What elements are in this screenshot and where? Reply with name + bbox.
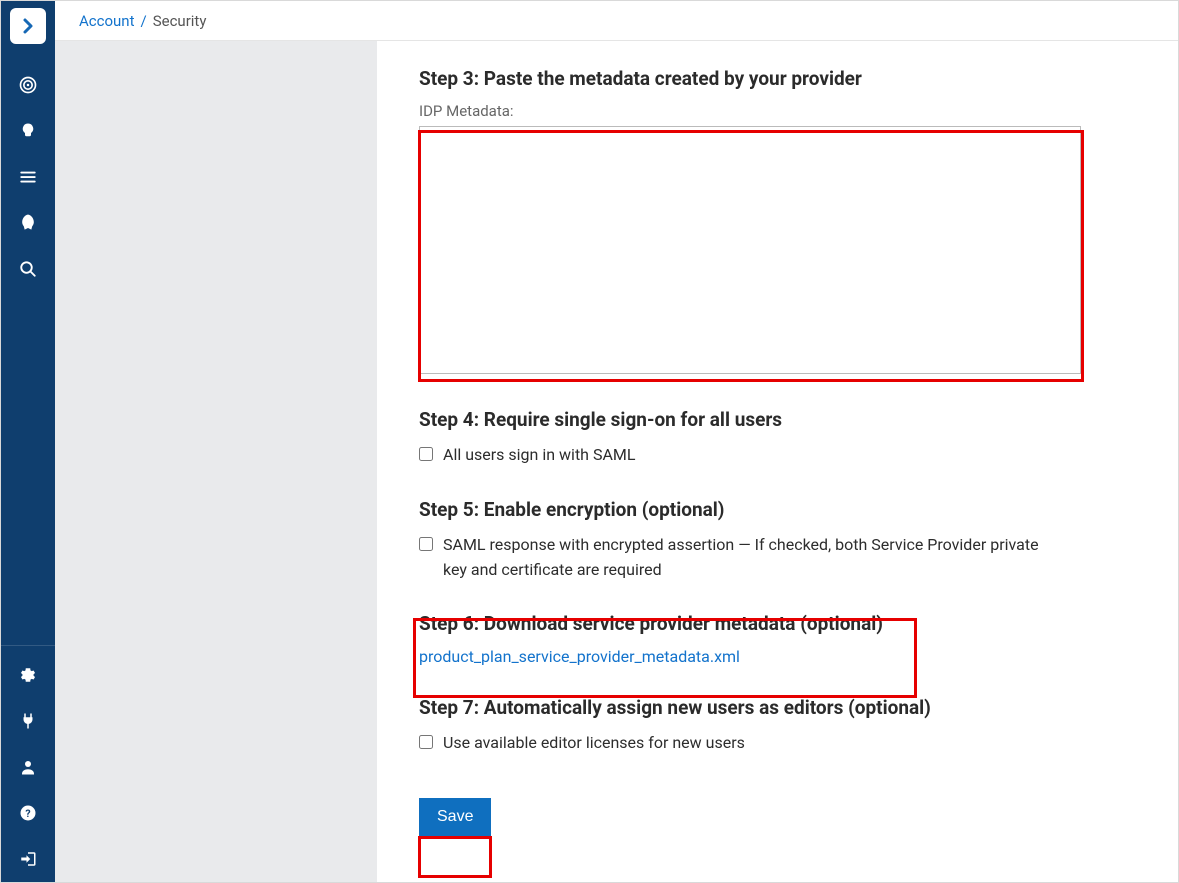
sidebar-item-integrations[interactable] [1, 698, 55, 744]
logout-icon [19, 850, 37, 868]
gear-icon [19, 666, 37, 684]
auto-assign-label[interactable]: Use available editor licenses for new us… [443, 731, 745, 756]
step-3-title: Step 3: Paste the metadata created by yo… [419, 67, 1136, 90]
sidebar-item-profile[interactable] [1, 744, 55, 790]
idp-metadata-label: IDP Metadata: [419, 102, 1136, 120]
step-7-title: Step 7: Automatically assign new users a… [419, 696, 1136, 719]
step-4-section: Step 4: Require single sign-on for all u… [419, 408, 1136, 468]
save-button[interactable]: Save [419, 798, 491, 836]
step-5-section: Step 5: Enable encryption (optional) SAM… [419, 498, 1136, 583]
sidebar: ? [1, 1, 55, 882]
target-icon [18, 75, 38, 95]
idp-metadata-textarea[interactable] [419, 126, 1081, 374]
app-logo[interactable] [10, 8, 46, 44]
encryption-checkbox[interactable] [419, 537, 433, 551]
step-4-title: Step 4: Require single sign-on for all u… [419, 408, 1136, 431]
breadcrumb-parent[interactable]: Account [79, 12, 135, 30]
download-metadata-link[interactable]: product_plan_service_provider_metadata.x… [419, 647, 740, 666]
help-icon: ? [19, 804, 37, 822]
chevron-right-icon [19, 17, 37, 35]
step-7-section: Step 7: Automatically assign new users a… [419, 696, 1136, 756]
list-icon [19, 168, 37, 186]
plug-icon [19, 712, 37, 730]
lightbulb-icon [19, 122, 37, 140]
step-3-section: Step 3: Paste the metadata created by yo… [419, 67, 1136, 378]
breadcrumb: Account / Security [55, 1, 1178, 41]
sidebar-item-help[interactable]: ? [1, 790, 55, 836]
step-5-title: Step 5: Enable encryption (optional) [419, 498, 1136, 521]
step-6-section: Step 6: Download service provider metada… [419, 612, 1136, 666]
secondary-panel [55, 41, 377, 882]
step-6-title: Step 6: Download service provider metada… [419, 612, 1136, 635]
sidebar-item-lightbulb[interactable] [1, 108, 55, 154]
svg-text:?: ? [25, 807, 30, 820]
encryption-label[interactable]: SAML response with encrypted assertion —… [443, 533, 1039, 583]
search-icon [19, 260, 37, 278]
sidebar-item-rocket[interactable] [1, 200, 55, 246]
content-area: Step 3: Paste the metadata created by yo… [377, 41, 1178, 882]
sidebar-item-search[interactable] [1, 246, 55, 292]
auto-assign-checkbox[interactable] [419, 735, 433, 749]
rocket-icon [18, 213, 38, 233]
require-saml-label[interactable]: All users sign in with SAML [443, 443, 635, 468]
require-saml-checkbox[interactable] [419, 447, 433, 461]
sidebar-item-target[interactable] [1, 62, 55, 108]
user-icon [19, 758, 37, 776]
sidebar-item-settings[interactable] [1, 652, 55, 698]
breadcrumb-separator: / [141, 12, 147, 30]
sidebar-item-logout[interactable] [1, 836, 55, 882]
sidebar-item-list[interactable] [1, 154, 55, 200]
breadcrumb-current: Security [153, 12, 207, 30]
